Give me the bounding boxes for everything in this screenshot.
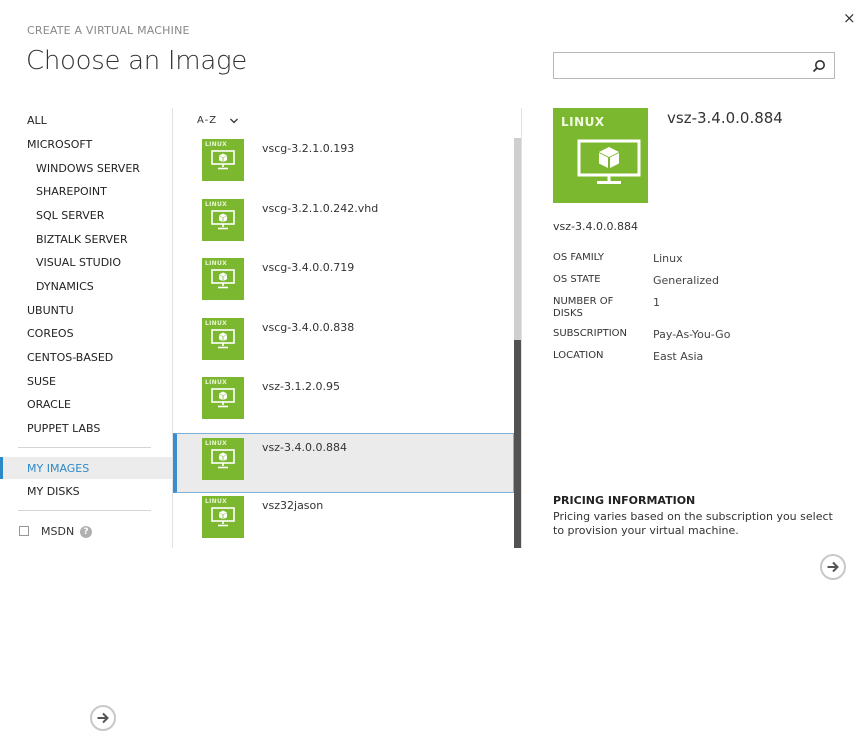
pricing-text: Pricing varies based on the subscription… — [553, 510, 833, 537]
category-item[interactable]: SHAREPOINT — [36, 185, 107, 198]
os-badge: LINUX — [205, 319, 228, 327]
category-item[interactable]: VISUAL STUDIO — [36, 256, 121, 269]
column-divider — [521, 108, 522, 548]
detail-title: vsz-3.4.0.0.884 — [667, 109, 783, 127]
monitor-icon — [211, 209, 235, 229]
image-name: vscg-3.2.1.0.242.vhd — [262, 201, 379, 215]
monitor-icon — [577, 139, 641, 184]
os-badge: LINUX — [205, 141, 228, 148]
os-badge: LINUX — [205, 498, 228, 505]
next-button[interactable] — [820, 554, 846, 580]
image-list-item[interactable]: LINUX vscg-3.4.0.0.719 — [173, 254, 514, 314]
image-thumbnail: LINUX — [202, 317, 244, 360]
detail-image-name: vsz-3.4.0.0.884 — [553, 220, 638, 233]
os-badge: LINUX — [205, 200, 228, 208]
os-badge: LINUX — [205, 260, 228, 267]
pricing-title: PRICING INFORMATION — [553, 494, 696, 507]
close-icon[interactable]: × — [843, 11, 856, 26]
image-list-item[interactable]: LINUX vscg-3.2.1.0.193 — [173, 138, 514, 195]
image-name: vscg-3.2.1.0.193 — [262, 142, 355, 155]
os-badge: LINUX — [205, 379, 228, 386]
image-thumbnail: LINUX — [202, 198, 244, 241]
property-value: Linux — [653, 252, 683, 265]
category-item[interactable]: SQL SERVER — [36, 209, 104, 222]
monitor-icon — [211, 328, 235, 348]
category-item-my-disks[interactable]: MY DISKS — [27, 485, 80, 498]
category-item[interactable]: UBUNTU — [27, 304, 74, 317]
wizard-subtitle: CREATE A VIRTUAL MACHINE — [27, 24, 190, 37]
image-thumbnail: LINUX — [202, 437, 244, 480]
image-name: vsz-3.1.2.0.95 — [262, 380, 340, 393]
image-list-item[interactable]: LINUX vsz-3.4.0.0.884 — [173, 432, 514, 493]
scrollbar-thumb[interactable] — [514, 340, 521, 548]
image-name: vscg-3.4.0.0.838 — [262, 320, 355, 334]
category-item[interactable]: COREOS — [27, 327, 74, 340]
msdn-label: MSDN — [41, 525, 75, 538]
property-label: OS FAMILY — [553, 252, 605, 263]
category-item[interactable]: ORACLE — [27, 398, 71, 411]
chevron-down-icon[interactable] — [229, 116, 239, 126]
property-label: NUMBER OF DISKS — [553, 296, 614, 319]
next-button-bottom[interactable] — [90, 705, 116, 731]
page-title: Choose an Image — [26, 46, 247, 76]
property-value: Pay-As-You-Go — [653, 328, 731, 341]
image-thumbnail: LINUX — [202, 139, 244, 181]
property-label: LOCATION — [553, 350, 604, 361]
divider — [18, 510, 151, 511]
property-value: Generalized — [653, 274, 719, 287]
monitor-icon — [211, 150, 235, 170]
monitor-icon — [211, 269, 235, 289]
search-icon[interactable] — [812, 59, 826, 73]
help-icon[interactable]: ? — [80, 526, 92, 538]
property-value: 1 — [653, 296, 660, 309]
category-item[interactable]: BIZTALK SERVER — [36, 233, 128, 246]
arrow-right-icon — [97, 712, 109, 724]
monitor-icon — [211, 448, 235, 468]
image-list: LINUX vscg-3.2.1.0.193 LINUX vscg-3.2.1.0.2… — [173, 138, 514, 548]
image-name: vsz32jason — [262, 499, 324, 512]
image-name: vsz-3.4.0.0.884 — [262, 440, 347, 454]
property-label: SUBSCRIPTION — [553, 328, 628, 339]
image-thumbnail: LINUX — [202, 377, 244, 419]
monitor-icon — [211, 388, 235, 408]
divider — [18, 447, 151, 448]
selected-category-indicator — [0, 457, 3, 479]
image-list-item[interactable]: LINUX vscg-3.4.0.0.838 — [173, 314, 514, 374]
os-badge: LINUX — [561, 115, 605, 129]
search-box[interactable] — [553, 52, 835, 80]
msdn-checkbox[interactable] — [19, 526, 29, 536]
os-badge: LINUX — [205, 439, 228, 447]
search-input[interactable] — [560, 54, 814, 80]
image-list-item[interactable]: LINUX vsz-3.1.2.0.95 — [173, 373, 514, 433]
monitor-icon — [211, 507, 235, 527]
detail-image-thumbnail: LINUX — [553, 108, 648, 203]
property-label: OS STATE — [553, 274, 601, 285]
category-item[interactable]: PUPPET LABS — [27, 422, 100, 435]
image-list-item[interactable]: LINUX vscg-3.2.1.0.242.vhd — [173, 195, 514, 255]
category-item[interactable]: CENTOS-BASED — [27, 351, 113, 364]
sort-label[interactable]: A-Z — [197, 115, 217, 126]
category-item[interactable]: ALL — [27, 114, 47, 127]
category-item-my-images[interactable]: MY IMAGES — [27, 462, 89, 475]
image-name: vscg-3.4.0.0.719 — [262, 261, 355, 274]
image-thumbnail: LINUX — [202, 258, 244, 300]
image-list-item[interactable]: LINUX vsz32jason — [173, 492, 514, 548]
category-item[interactable]: MICROSOFT — [27, 138, 92, 151]
category-item[interactable]: WINDOWS SERVER — [36, 162, 140, 175]
arrow-right-icon — [827, 561, 839, 573]
category-item[interactable]: DYNAMICS — [36, 280, 94, 293]
category-item[interactable]: SUSE — [27, 375, 56, 388]
image-thumbnail: LINUX — [202, 496, 244, 538]
property-value: East Asia — [653, 350, 704, 363]
